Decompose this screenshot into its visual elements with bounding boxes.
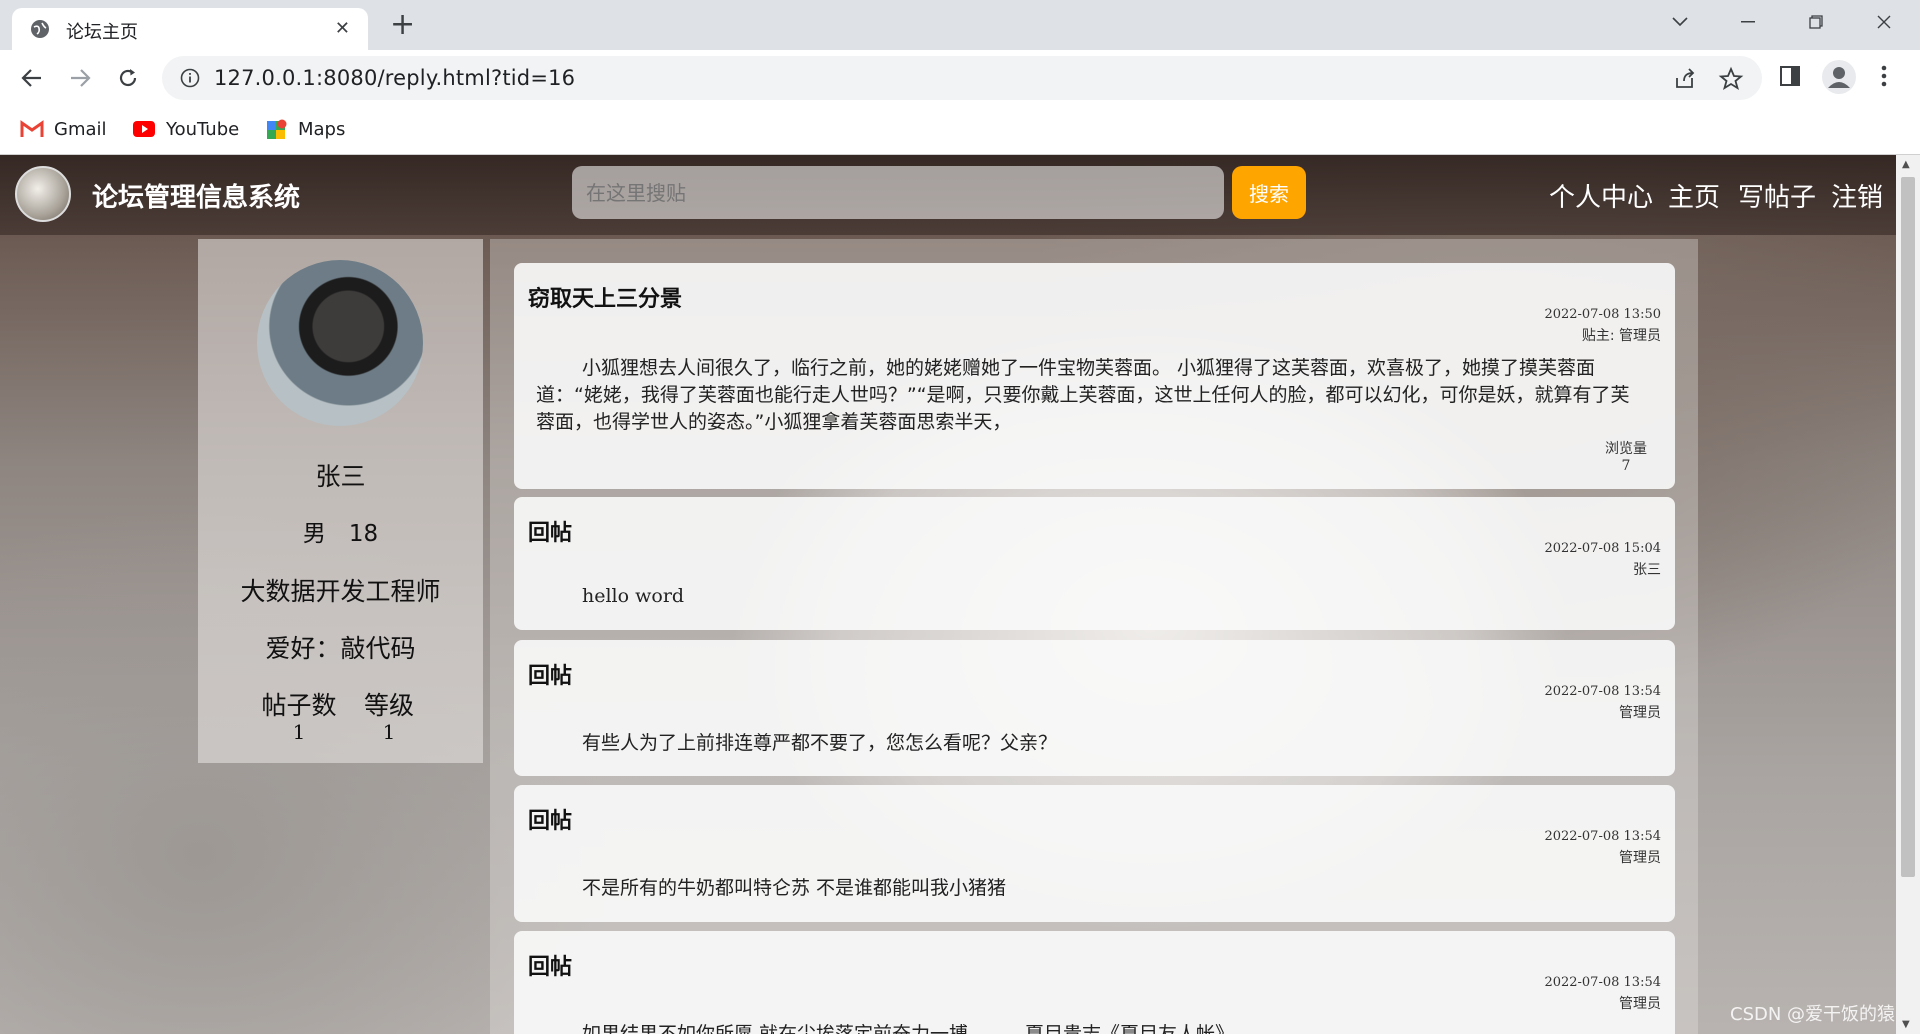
reply-card: 回帖 2022-07-08 13:54 管理员 如果结果不如你所愿,就在尘埃落定… [514, 931, 1675, 1034]
close-window-icon[interactable] [1864, 8, 1904, 36]
search-button[interactable]: 搜索 [1232, 166, 1306, 219]
reply-author: 管理员 [1619, 996, 1661, 1012]
browser-tabstrip: 论坛主页 ✕ + [0, 0, 1920, 50]
close-tab-icon[interactable]: ✕ [335, 18, 350, 39]
post-views: 浏览量 7 [1605, 441, 1647, 475]
browser-tab[interactable]: 论坛主页 ✕ [12, 8, 368, 50]
site-logo[interactable] [15, 166, 71, 222]
maps-icon [266, 118, 288, 140]
profile-sex-age: 男 18 [302, 521, 379, 547]
profile-card: 张三 男 18 大数据开发工程师 爱好：敲代码 帖子数 1 等级 1 [198, 239, 483, 763]
reply-time: 2022-07-08 13:54 [1544, 829, 1661, 844]
reply-content: hello word [582, 585, 685, 607]
nav-home[interactable]: 主页 [1668, 177, 1720, 214]
browser-toolbar: 127.0.0.1:8080/reply.html?tid=16 [0, 50, 1920, 106]
post-time: 2022-07-08 13:50 [1544, 307, 1661, 322]
back-icon[interactable] [16, 62, 48, 94]
scroll-up-icon[interactable]: ▲ [1902, 159, 1910, 170]
tab-search-chevron-icon[interactable] [1660, 8, 1700, 36]
scroll-thumb[interactable] [1901, 177, 1915, 877]
stat-label: 等级 [363, 691, 414, 720]
profile-name: 张三 [315, 462, 366, 491]
youtube-icon [132, 120, 156, 138]
profile-hobby: 爱好：敲代码 [265, 634, 416, 663]
reply-author: 管理员 [1619, 850, 1661, 866]
nav-logout[interactable]: 注销 [1831, 177, 1883, 214]
reply-title: 回帖 [528, 955, 573, 980]
globe-icon [31, 20, 49, 38]
profile-post-count: 帖子数 1 [259, 686, 339, 744]
bookmarks-bar: Gmail YouTube Maps [0, 106, 1920, 155]
menu-kebab-icon[interactable] [1880, 64, 1888, 92]
stat-value: 1 [292, 720, 306, 744]
nav-personal-center[interactable]: 个人中心 [1549, 177, 1653, 214]
profile-level: 等级 1 [349, 686, 429, 744]
reply-content: 有些人为了上前排连尊严都不要了，您怎么看呢？父亲？ [582, 732, 1058, 754]
post-card: 窃取天上三分景 2022-07-08 13:50 贴主: 管理员 小狐狸想去人间… [514, 263, 1675, 489]
post-column: 窃取天上三分景 2022-07-08 13:50 贴主: 管理员 小狐狸想去人间… [490, 239, 1698, 1034]
bookmark-youtube[interactable]: YouTube [132, 114, 239, 144]
post-content: 小狐狸想去人间很久了，临行之前，她的姥姥赠她了一件宝物芙蓉面。 小狐狸得了这芙蓉… [536, 357, 1630, 433]
stat-label: 帖子数 [261, 691, 337, 720]
page-scrollbar[interactable]: ▲ ▼ [1896, 155, 1920, 1034]
reply-card: 回帖 2022-07-08 13:54 管理员 不是所有的牛奶都叫特仑苏 不是谁… [514, 785, 1675, 922]
search-input[interactable] [572, 166, 1224, 219]
bookmark-label: Gmail [54, 118, 107, 140]
scroll-down-icon[interactable]: ▼ [1902, 1019, 1910, 1030]
bookmark-label: Maps [298, 118, 346, 140]
info-icon[interactable] [180, 68, 200, 88]
reply-author: 管理员 [1619, 705, 1661, 721]
reply-time: 2022-07-08 13:54 [1544, 975, 1661, 990]
reload-icon[interactable] [112, 62, 144, 94]
profile-avatar-icon[interactable] [1822, 60, 1856, 94]
share-icon[interactable] [1672, 66, 1698, 92]
new-tab-icon[interactable]: + [390, 8, 415, 42]
post-title: 窃取天上三分景 [528, 287, 683, 312]
reply-author: 张三 [1633, 562, 1661, 578]
reply-time: 2022-07-08 15:04 [1544, 541, 1661, 556]
stat-value: 1 [382, 720, 396, 744]
bookmark-star-icon[interactable] [1718, 66, 1744, 92]
bookmark-gmail[interactable]: Gmail [20, 114, 107, 144]
bookmark-maps[interactable]: Maps [266, 114, 345, 144]
site-title: 论坛管理信息系统 [92, 183, 301, 213]
reply-title: 回帖 [528, 521, 573, 546]
address-bar[interactable]: 127.0.0.1:8080/reply.html?tid=16 [162, 56, 1762, 100]
nav-write-post[interactable]: 写帖子 [1738, 177, 1816, 214]
reply-card: 回帖 2022-07-08 15:04 张三 hello word [514, 497, 1675, 630]
site-header: 论坛管理信息系统 搜索 个人中心 主页 写帖子 注销 [0, 155, 1896, 235]
gmail-icon [20, 120, 44, 138]
views-label: 浏览量 [1605, 441, 1647, 457]
user-avatar[interactable] [257, 260, 423, 426]
watermark: CSDN @爱干饭的猿 [1730, 1004, 1896, 1025]
reply-content: 如果结果不如你所愿,就在尘埃落定前奋力一搏。——夏目贵志《夏目友人帐》 [582, 1023, 1235, 1034]
bookmark-label: YouTube [166, 118, 240, 140]
profile-job: 大数据开发工程师 [240, 577, 441, 606]
url-text[interactable]: 127.0.0.1:8080/reply.html?tid=16 [214, 66, 575, 90]
reply-content: 不是所有的牛奶都叫特仑苏 不是谁都能叫我小猪猪 [582, 877, 1007, 899]
reply-card: 回帖 2022-07-08 13:54 管理员 有些人为了上前排连尊严都不要了，… [514, 640, 1675, 776]
post-author: 贴主: 管理员 [1581, 328, 1661, 344]
side-panel-icon[interactable] [1778, 64, 1802, 88]
views-count: 7 [1621, 458, 1631, 474]
reply-title: 回帖 [528, 664, 573, 689]
page-viewport: 论坛管理信息系统 搜索 个人中心 主页 写帖子 注销 张三 男 18 大数据开发… [0, 155, 1896, 1034]
restore-icon[interactable] [1796, 8, 1836, 36]
reply-time: 2022-07-08 13:54 [1544, 684, 1661, 699]
forward-icon[interactable] [64, 62, 96, 94]
tab-title: 论坛主页 [66, 22, 138, 43]
minimize-icon[interactable] [1728, 8, 1768, 36]
reply-title: 回帖 [528, 809, 573, 834]
